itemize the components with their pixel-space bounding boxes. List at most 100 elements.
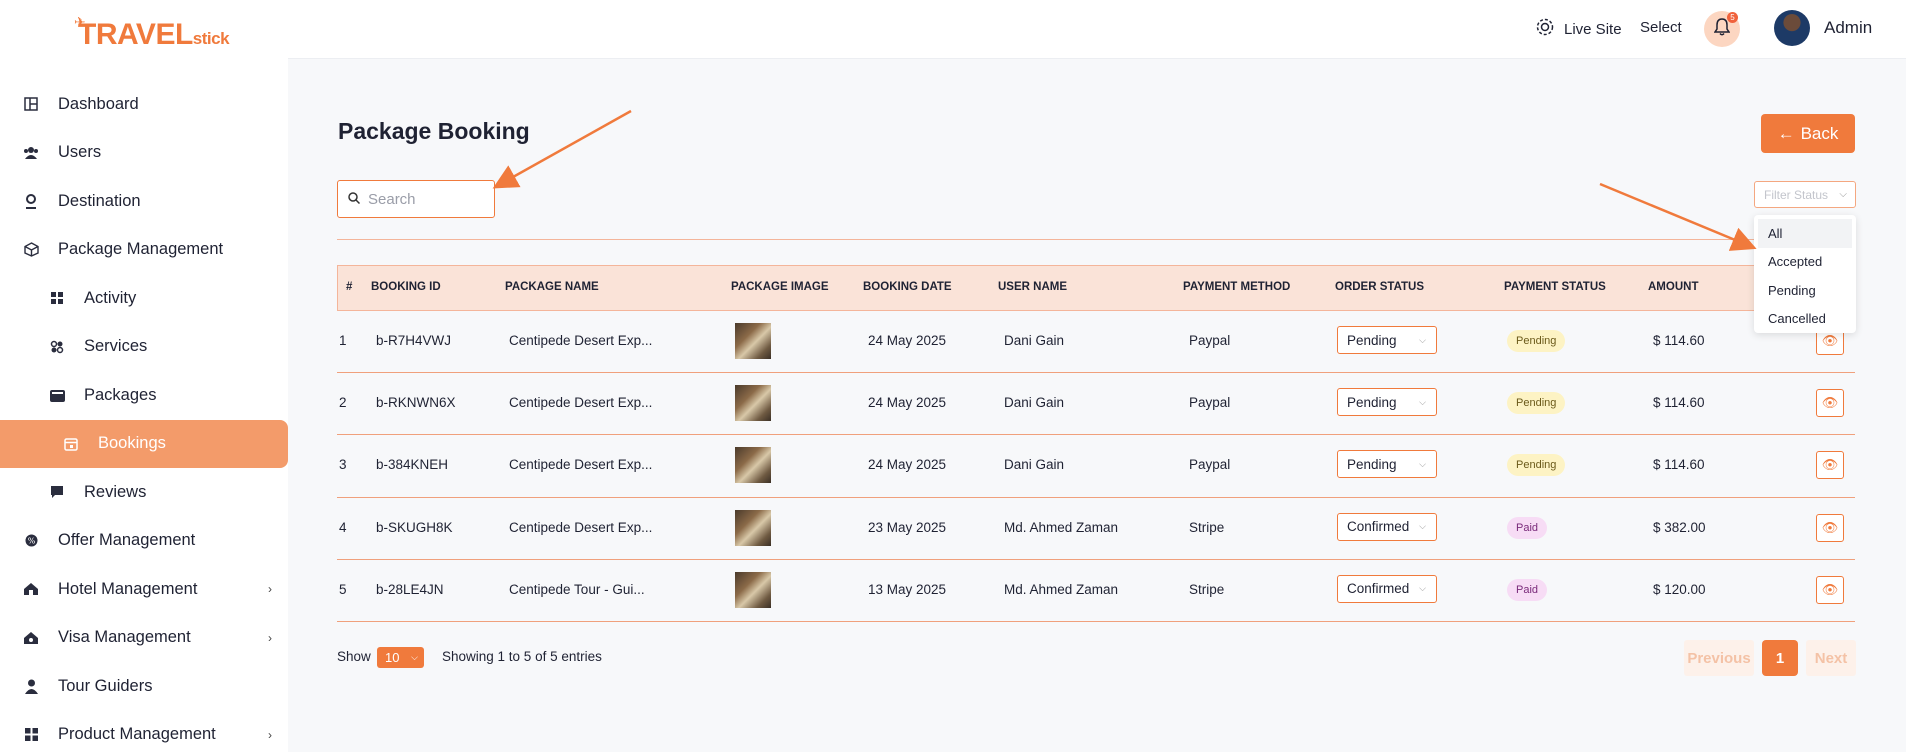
filter-option-all[interactable]: All — [1758, 219, 1852, 248]
column-header: PACKAGE NAME — [505, 281, 599, 293]
calendar-icon — [62, 435, 80, 453]
booking-date: 13 May 2025 — [868, 581, 947, 597]
payment-status-badge: Paid — [1507, 578, 1548, 601]
filter-status-select[interactable]: Filter Status ⌵ — [1754, 181, 1856, 208]
filter-option-cancelled[interactable]: Cancelled — [1754, 305, 1856, 334]
sidebar-nav: Dashboard Users Destination Package Mana… — [0, 80, 288, 752]
payment-method: Paypal — [1189, 395, 1231, 411]
eye-icon: 👁 — [1821, 333, 1839, 348]
sidebar-item-activity[interactable]: Activity — [0, 274, 288, 323]
column-header: # — [346, 281, 353, 293]
search-input[interactable] — [368, 190, 488, 208]
order-status-select[interactable]: Confirmed ⌵ — [1337, 574, 1437, 603]
payment-method: Paypal — [1189, 333, 1231, 348]
search-box[interactable] — [337, 180, 495, 218]
column-header: USER NAME — [998, 281, 1068, 293]
sidebar-item-users[interactable]: Users — [0, 129, 288, 178]
live-site-icon — [1536, 18, 1554, 41]
page-size-select[interactable]: 10 ⌵ — [377, 647, 424, 668]
sidebar-item-visa-management[interactable]: Visa Management › — [0, 614, 288, 663]
back-button[interactable]: ← Back — [1761, 114, 1855, 153]
payment-method: Stripe — [1189, 581, 1225, 597]
wallet-icon — [48, 386, 66, 404]
order-status-select[interactable]: Pending ⌵ — [1337, 450, 1437, 479]
amount: $ 114.60 — [1653, 395, 1705, 411]
row-number: 3 — [339, 457, 347, 473]
payment-method: Paypal — [1189, 457, 1231, 473]
sidebar-item-package-management[interactable]: Package Management — [0, 226, 288, 275]
order-status-value: Pending — [1347, 394, 1397, 410]
sidebar-item-label: Packages — [84, 385, 157, 404]
sidebar-item-label: Destination — [58, 191, 141, 210]
table-row: 4 b-SKUGH8K Centipede Desert Exp... 23 M… — [337, 498, 1855, 560]
hotel-icon — [22, 580, 40, 598]
sidebar-item-dashboard[interactable]: Dashboard — [0, 80, 288, 129]
sidebar-item-product-management[interactable]: Product Management › — [0, 711, 288, 752]
notification-button[interactable]: 5 — [1704, 11, 1740, 47]
view-button[interactable]: 👁 — [1816, 575, 1844, 604]
column-header: AMOUNT — [1648, 281, 1699, 293]
sidebar-item-packages[interactable]: Packages — [0, 371, 288, 420]
order-status-value: Confirmed — [1347, 519, 1410, 535]
payment-status-badge: Pending — [1507, 454, 1566, 477]
back-button-label: Back — [1800, 123, 1839, 143]
language-select[interactable]: Select — [1640, 19, 1682, 36]
column-header: BOOKING DATE — [863, 281, 952, 293]
order-status-value: Confirmed — [1347, 581, 1410, 597]
users-icon — [22, 144, 40, 162]
grid-icon — [48, 289, 66, 307]
user-name[interactable]: Admin — [1824, 18, 1872, 38]
filter-option-accepted[interactable]: Accepted — [1754, 248, 1856, 277]
live-site-link[interactable]: Live Site — [1536, 18, 1622, 41]
sidebar-item-offer-management[interactable]: % Offer Management — [0, 517, 288, 566]
offer-icon: % — [22, 532, 40, 550]
eye-icon: 👁 — [1821, 519, 1839, 535]
sidebar-item-label: Package Management — [58, 240, 224, 259]
avatar[interactable] — [1774, 10, 1810, 46]
travelstick-logo[interactable]: ✈ TRAVELstick — [74, 14, 230, 52]
logo-text-travel: TRAVEL — [78, 18, 193, 51]
column-header: PAYMENT STATUS — [1504, 281, 1606, 293]
sidebar-item-bookings[interactable]: Bookings — [0, 419, 288, 468]
bookings-table: # BOOKING ID PACKAGE NAME PACKAGE IMAGE … — [337, 265, 1855, 622]
page-1-button[interactable]: 1 — [1762, 640, 1798, 676]
user-name: Dani Gain — [1004, 395, 1065, 411]
sidebar-item-label: Visa Management — [58, 628, 191, 647]
eye-icon: 👁 — [1821, 457, 1839, 473]
row-number: 2 — [339, 395, 347, 411]
divider — [337, 239, 1855, 240]
sidebar-item-reviews[interactable]: Reviews — [0, 468, 288, 517]
view-button[interactable]: 👁 — [1816, 389, 1844, 418]
sidebar-item-tour-guiders[interactable]: Tour Guiders — [0, 662, 288, 711]
booking-date: 24 May 2025 — [868, 457, 947, 473]
order-status-select[interactable]: Pending ⌵ — [1337, 326, 1437, 354]
sidebar-item-label: Product Management — [58, 725, 216, 744]
show-label: Show — [337, 649, 371, 664]
order-status-select[interactable]: Pending ⌵ — [1337, 388, 1437, 417]
order-status-value: Pending — [1347, 332, 1397, 348]
sidebar-item-label: Offer Management — [58, 531, 196, 550]
sidebar-item-label: Services — [84, 337, 148, 356]
booking-id: b-28LE4JN — [376, 581, 444, 597]
sidebar-item-destination[interactable]: Destination — [0, 177, 288, 226]
view-button[interactable]: 👁 — [1816, 513, 1844, 542]
chevron-down-icon: ⌵ — [1419, 521, 1426, 532]
booking-id: b-R7H4VWJ — [376, 333, 452, 348]
sidebar-item-label: Activity — [84, 288, 137, 307]
previous-page-button[interactable]: Previous — [1684, 640, 1754, 676]
location-pin-icon — [22, 192, 40, 210]
sidebar-item-hotel-management[interactable]: Hotel Management › — [0, 565, 288, 614]
filter-option-pending[interactable]: Pending — [1754, 276, 1856, 305]
plane-icon: ✈ — [74, 14, 86, 30]
row-number: 1 — [339, 333, 347, 348]
notification-badge: 5 — [1727, 12, 1738, 23]
view-button[interactable]: 👁 — [1816, 451, 1844, 480]
package-name: Centipede Desert Exp... — [509, 333, 653, 348]
sidebar-item-services[interactable]: Services — [0, 323, 288, 372]
entries-info: Showing 1 to 5 of 5 entries — [442, 649, 602, 664]
chevron-down-icon: ⌵ — [1419, 458, 1426, 469]
payment-status-badge: Paid — [1507, 516, 1548, 539]
filter-status-dropdown: All Accepted Pending Cancelled — [1754, 215, 1856, 333]
next-page-button[interactable]: Next — [1806, 640, 1856, 676]
order-status-select[interactable]: Confirmed ⌵ — [1337, 512, 1437, 541]
